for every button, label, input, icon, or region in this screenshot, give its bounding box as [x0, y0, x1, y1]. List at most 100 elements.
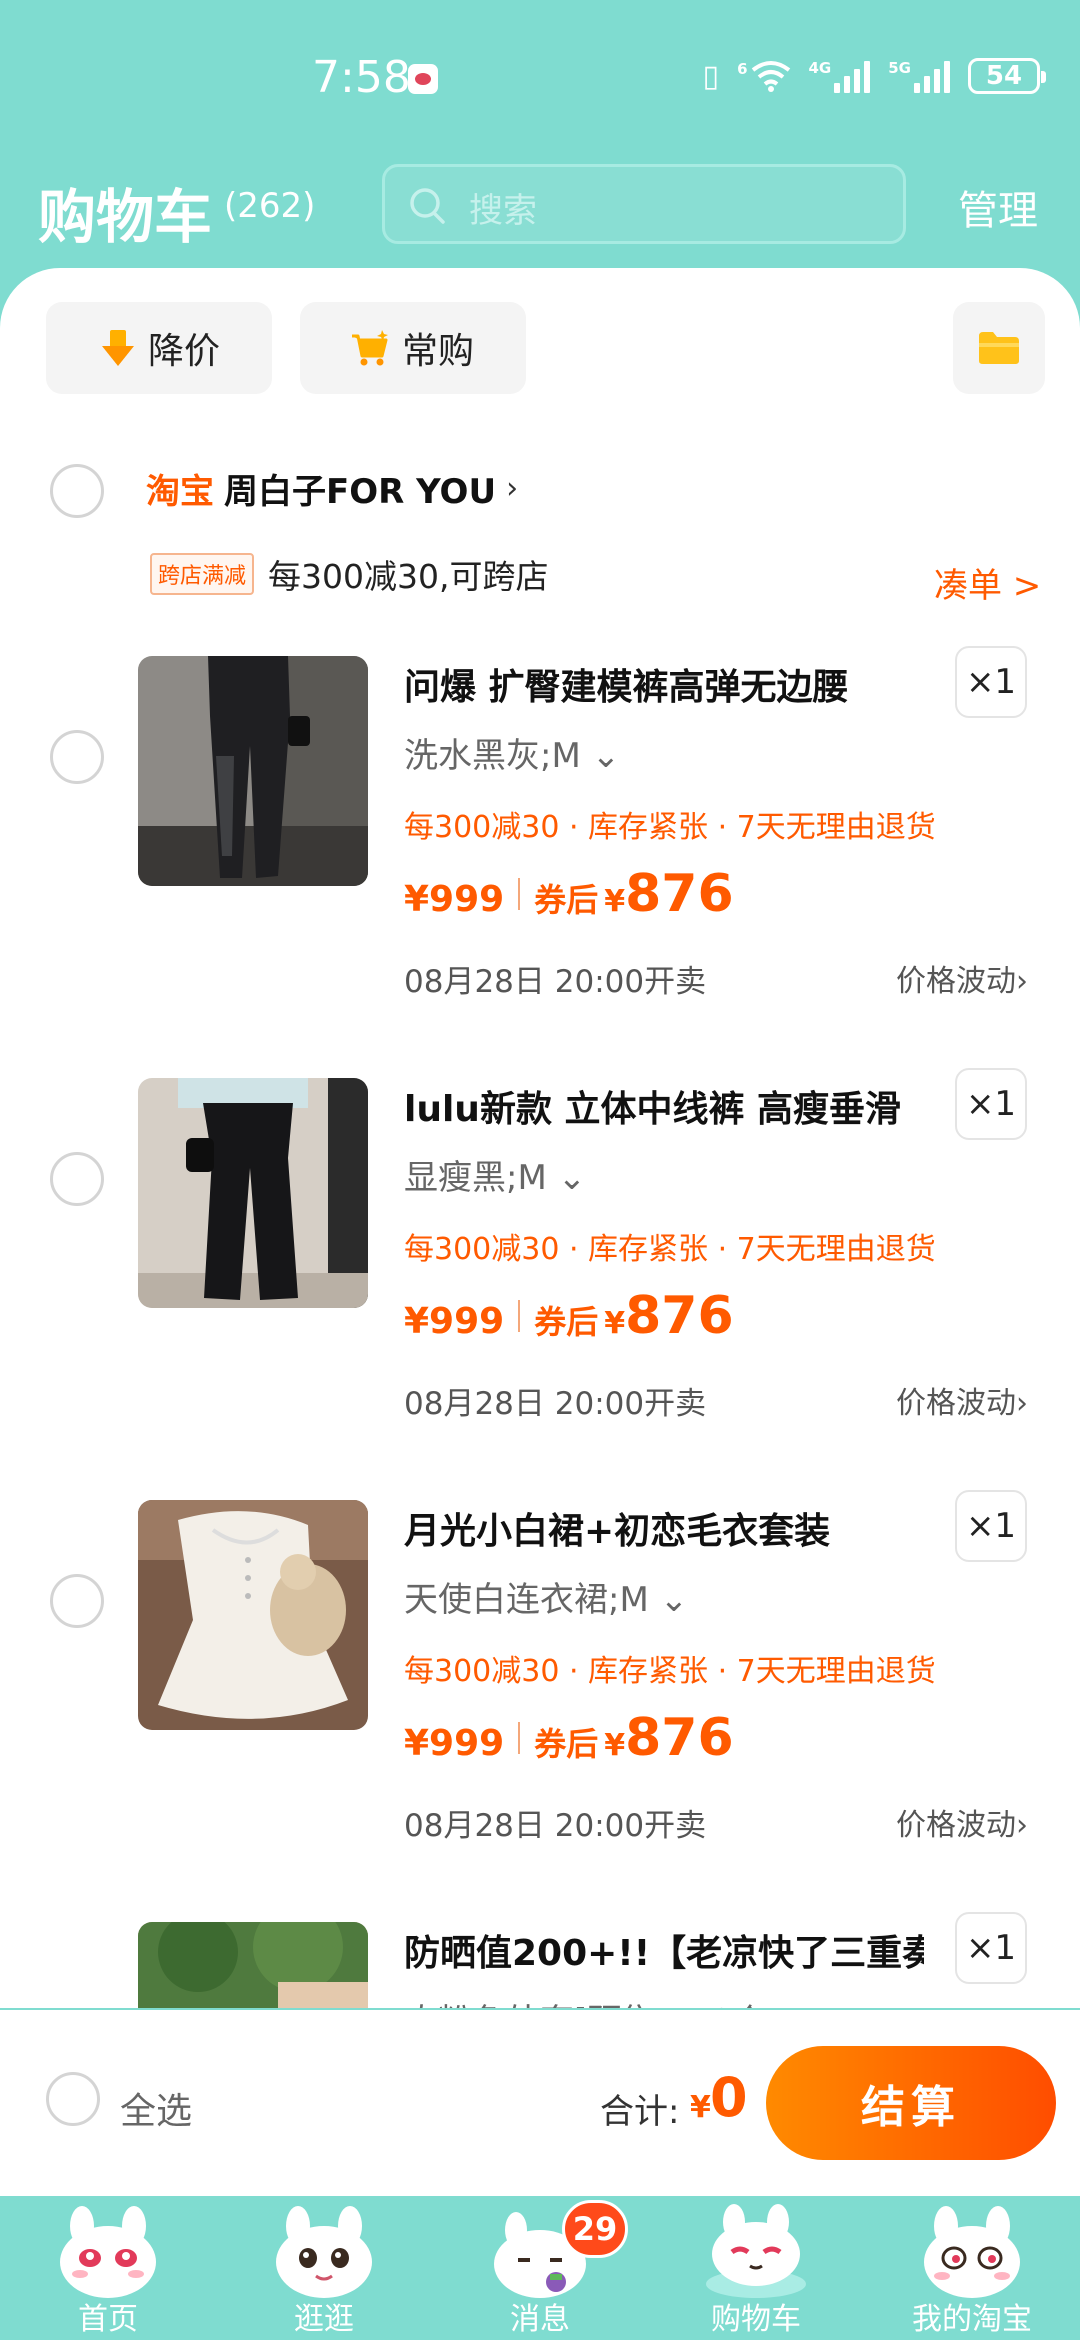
- tab-messages[interactable]: 29 消息: [432, 2196, 648, 2340]
- price-row: ¥999 券后 ¥ 876: [404, 1286, 734, 1346]
- chevron-right-icon: ›: [1016, 1808, 1028, 1843]
- product-image[interactable]: [138, 1922, 368, 2008]
- manage-button[interactable]: 管理: [958, 178, 1038, 236]
- tab-label: 购物车: [711, 2302, 801, 2337]
- price-divider: [518, 878, 521, 910]
- item-title: 防晒值200+!!【老凉快了三重奏: [404, 1933, 924, 1974]
- price-fluctuation-link[interactable]: 价格波动›: [896, 1378, 1028, 1422]
- search-input[interactable]: 搜索: [382, 164, 906, 244]
- coudan-link[interactable]: 凑单 >: [934, 558, 1041, 607]
- item-title: 问爆 扩臀建模裤高弹无边腰: [404, 667, 849, 708]
- price-divider: [518, 1722, 521, 1754]
- cart-item[interactable]: 问爆 扩臀建模裤高弹无边腰 ×1 洗水黑灰;M ⌄ 每300减30 · 库存紧张…: [0, 646, 1080, 1076]
- cart-count: (262): [224, 186, 316, 226]
- cart-item[interactable]: lulu新款 立体中线裤 高瘦垂滑 ×1 显瘦黑;M ⌄ 每300减30 · 库…: [0, 1068, 1080, 1498]
- checkout-bar: 全选 合计: ¥ 0 结算: [0, 2010, 1080, 2196]
- sale-time: 08月28日 20:00开卖: [404, 964, 707, 1000]
- total-currency: ¥: [690, 2090, 711, 2125]
- store-header[interactable]: 淘宝 周白子FOR YOU ›: [146, 464, 518, 513]
- tab-browse[interactable]: 逛逛: [216, 2196, 432, 2340]
- price-fluctuation-link[interactable]: 价格波动›: [896, 1800, 1028, 1844]
- after-coupon-price: 876: [625, 1708, 734, 1768]
- tab-home[interactable]: 首页: [0, 2196, 216, 2340]
- store-name: 周白子FOR YOU: [224, 472, 497, 512]
- bottom-tab-bar: 首页 逛逛 29 消息 购物车 我的淘宝: [0, 2196, 1080, 2340]
- item-title: lulu新款 立体中线裤 高瘦垂滑: [404, 1089, 902, 1130]
- status-time: 7:58: [312, 52, 411, 103]
- item-title: 月光小白裙+初恋毛衣套装: [404, 1511, 831, 1552]
- notification-app-icon: [408, 64, 438, 94]
- vibrate-icon: ▯: [702, 58, 720, 94]
- mascot-cart-icon: [706, 2204, 806, 2298]
- item-price: ¥999: [404, 1301, 505, 1342]
- mascot-profile-icon: [924, 2206, 1020, 2298]
- after-coupon-label: 券后: [534, 1725, 599, 1763]
- product-image[interactable]: [138, 1500, 368, 1730]
- mascot-home-icon: [60, 2206, 156, 2298]
- item-price: ¥999: [404, 1723, 505, 1764]
- quantity-button[interactable]: ×1: [955, 646, 1027, 718]
- price-drop-filter[interactable]: 降价: [46, 302, 272, 394]
- quantity-button[interactable]: ×1: [955, 1068, 1027, 1140]
- tab-label: 逛逛: [294, 2302, 354, 2337]
- tab-label: 消息: [510, 2302, 570, 2337]
- chevron-down-icon: ⌄: [659, 1580, 689, 1620]
- search-icon: [410, 188, 445, 224]
- tab-cart[interactable]: 购物车: [648, 2196, 864, 2340]
- chevron-down-icon: ⌄: [557, 1158, 587, 1198]
- item-select-radio[interactable]: [50, 1574, 104, 1628]
- quantity-button[interactable]: ×1: [955, 1490, 1027, 1562]
- signal-4g-icon: 4G: [809, 59, 871, 93]
- chevron-down-icon: ⌄: [591, 736, 621, 776]
- item-select-radio[interactable]: [50, 730, 104, 784]
- price-row: ¥999 券后 ¥ 876: [404, 864, 734, 924]
- checkout-button[interactable]: 结算: [766, 2046, 1056, 2160]
- platform-label: 淘宝: [146, 472, 214, 512]
- product-image[interactable]: [138, 656, 368, 886]
- sale-time: 08月28日 20:00开卖: [404, 1386, 707, 1422]
- folder-icon: [979, 332, 1019, 364]
- after-coupon-label: 券后: [534, 1303, 599, 1341]
- messages-badge: 29: [562, 2200, 628, 2258]
- tab-label: 首页: [78, 2302, 138, 2337]
- price-divider: [518, 1300, 521, 1332]
- item-spec[interactable]: 洗水黑灰;M ⌄: [404, 728, 620, 777]
- item-tags: 每300减30 · 库存紧张 · 7天无理由退货: [404, 1232, 936, 1267]
- price-drop-label: 降价: [148, 331, 221, 372]
- store-promo: 跨店满减 每300减30,可跨店: [150, 550, 548, 598]
- price-fluctuation-link[interactable]: 价格波动›: [896, 956, 1028, 1000]
- arrow-down-icon: [102, 330, 134, 366]
- mascot-browse-icon: [276, 2206, 372, 2298]
- after-coupon-currency: ¥: [604, 1306, 626, 1341]
- status-bar: 7:58 ▯ 6 4G 5G 54: [0, 0, 1080, 160]
- sale-time: 08月28日 20:00开卖: [404, 1808, 707, 1844]
- after-coupon-currency: ¥: [604, 1728, 626, 1763]
- cart-icon: [352, 330, 388, 366]
- page-title: 购物车: [38, 183, 213, 251]
- chevron-right-icon: ›: [506, 471, 519, 506]
- frequent-filter[interactable]: 常购: [300, 302, 526, 394]
- frequent-label: 常购: [402, 331, 475, 372]
- cart-item[interactable]: 防晒值200+!!【老凉快了三重奏 ×1 肉粉色外套[预售7-10个工: [0, 1912, 1080, 2008]
- cart-panel: 降价 常购 淘宝 周白子FOR YOU › 跨店满减 每300减30,可跨店 凑…: [0, 268, 1080, 2008]
- item-tags: 每300减30 · 库存紧张 · 7天无理由退货: [404, 1654, 936, 1689]
- select-all-radio[interactable]: [46, 2072, 100, 2126]
- quantity-button[interactable]: ×1: [955, 1912, 1027, 1984]
- chevron-right-icon: ›: [1016, 964, 1028, 999]
- folder-button[interactable]: [953, 302, 1045, 394]
- store-select-radio[interactable]: [50, 464, 104, 518]
- after-coupon-currency: ¥: [604, 884, 626, 919]
- item-spec[interactable]: 肉粉色外套[预售7-10个工: [404, 1994, 800, 2008]
- after-coupon-price: 876: [625, 1286, 734, 1346]
- cart-item[interactable]: 月光小白裙+初恋毛衣套装 ×1 天使白连衣裙;M ⌄ 每300减30 · 库存紧…: [0, 1490, 1080, 1920]
- status-icons: ▯ 6 4G 5G 54: [702, 58, 1046, 94]
- item-select-radio[interactable]: [50, 1152, 104, 1206]
- total-value: 0: [710, 2066, 748, 2129]
- promo-tag: 跨店满减: [150, 553, 255, 595]
- item-spec[interactable]: 天使白连衣裙;M ⌄: [404, 1572, 688, 1621]
- product-image[interactable]: [138, 1078, 368, 1308]
- select-all-label[interactable]: 全选: [120, 2082, 192, 2134]
- tab-my-taobao[interactable]: 我的淘宝: [864, 2196, 1080, 2340]
- total-label: 合计:: [600, 2092, 680, 2132]
- item-spec[interactable]: 显瘦黑;M ⌄: [404, 1150, 586, 1199]
